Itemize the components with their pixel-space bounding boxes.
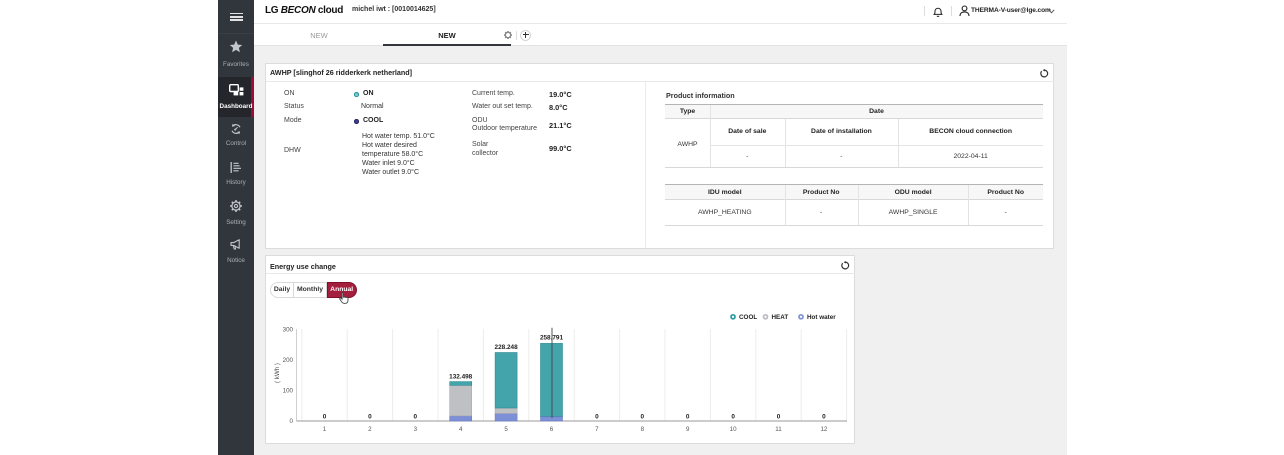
svg-text:0: 0 [777, 414, 781, 421]
svg-text:0: 0 [731, 414, 735, 421]
svg-text:HEAT: HEAT [772, 314, 789, 321]
svg-text:3: 3 [414, 426, 418, 433]
svg-text:132.498: 132.498 [449, 374, 473, 381]
svg-text:0: 0 [414, 414, 418, 421]
svg-text:0: 0 [822, 414, 826, 421]
svg-text:Hot water: Hot water [807, 314, 836, 321]
svg-text:5: 5 [504, 426, 508, 433]
svg-text:0: 0 [595, 414, 599, 421]
svg-text:6: 6 [550, 426, 554, 433]
svg-text:8: 8 [641, 426, 645, 433]
svg-text:11: 11 [775, 426, 782, 433]
svg-text:200: 200 [283, 357, 294, 364]
svg-text:300: 300 [283, 326, 294, 333]
svg-text:0: 0 [686, 414, 690, 421]
svg-text:0: 0 [641, 414, 645, 421]
svg-text:0: 0 [290, 418, 294, 425]
svg-text:9: 9 [686, 426, 690, 433]
svg-text:10: 10 [730, 426, 737, 433]
svg-text:( kWh ): ( kWh ) [274, 363, 281, 383]
svg-text:0: 0 [323, 414, 327, 421]
svg-text:228.248: 228.248 [495, 344, 519, 351]
svg-text:4: 4 [459, 426, 463, 433]
svg-text:1: 1 [323, 426, 327, 433]
svg-text:COOL: COOL [739, 314, 757, 321]
svg-text:2: 2 [368, 426, 372, 433]
svg-text:12: 12 [820, 426, 827, 433]
svg-text:100: 100 [283, 388, 294, 395]
svg-text:7: 7 [595, 426, 599, 433]
svg-text:0: 0 [368, 414, 372, 421]
